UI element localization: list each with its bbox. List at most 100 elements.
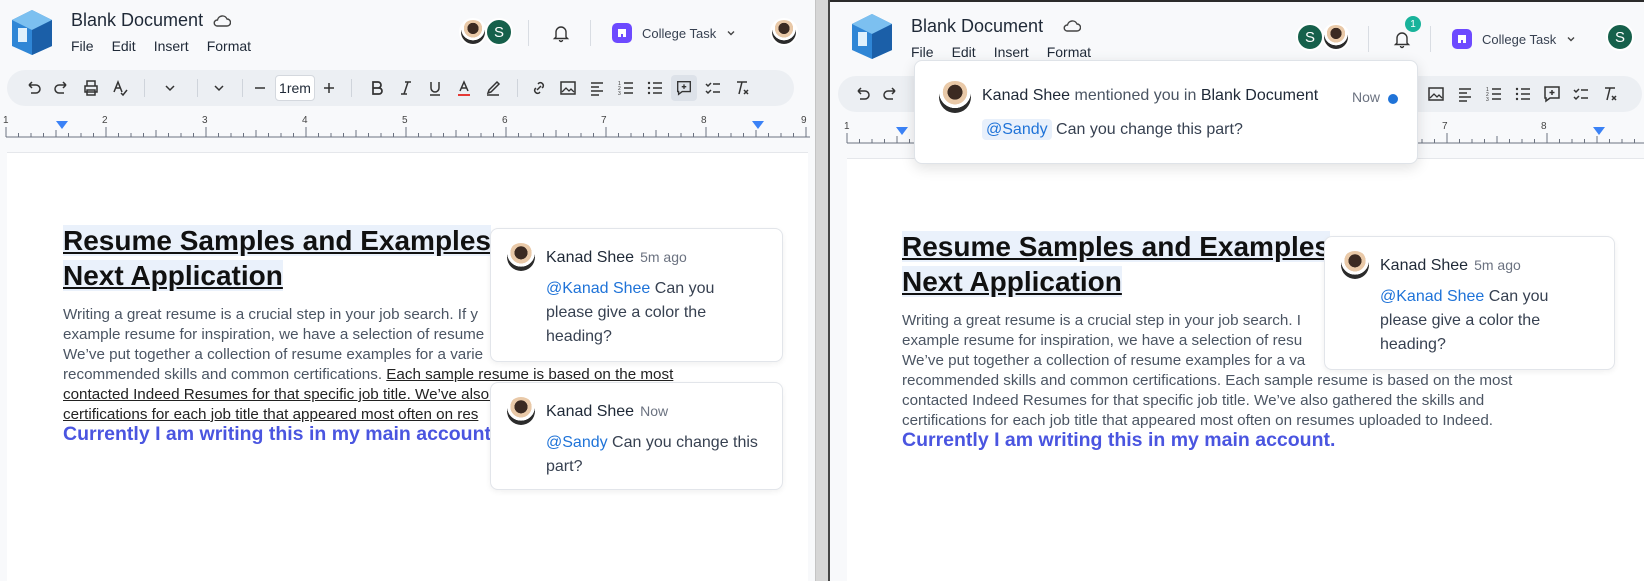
comment-body: @Kanad Shee Can you please give a color … bbox=[546, 277, 776, 349]
comment-card[interactable]: Kanad Shee 5m ago @Kanad Shee Can you ple… bbox=[490, 228, 783, 362]
document-heading[interactable]: Resume Samples and Examples Next Applica… bbox=[902, 229, 1330, 299]
menu-insert[interactable]: Insert bbox=[994, 44, 1029, 60]
comment-author-avatar bbox=[507, 243, 535, 271]
image-icon[interactable] bbox=[1426, 84, 1446, 104]
ruler-number: 5 bbox=[402, 115, 408, 126]
redo-icon[interactable] bbox=[52, 78, 72, 98]
image-icon[interactable] bbox=[558, 78, 578, 98]
menu-edit[interactable]: Edit bbox=[112, 38, 136, 54]
menu-file[interactable]: File bbox=[911, 44, 934, 60]
font-size-input[interactable]: 1rem bbox=[275, 75, 315, 101]
comment-text: part? bbox=[546, 458, 583, 475]
document-title[interactable]: Blank Document bbox=[911, 16, 1043, 37]
spellcheck-icon[interactable] bbox=[110, 78, 130, 98]
align-left-icon[interactable] bbox=[1455, 84, 1475, 104]
document-heading[interactable]: Resume Samples and Examples Next Applica… bbox=[63, 223, 491, 293]
workspace-icon bbox=[612, 23, 632, 43]
underline-icon[interactable] bbox=[425, 78, 445, 98]
numbered-list-icon[interactable]: 123 bbox=[1484, 84, 1504, 104]
workspace-switcher[interactable]: College Task bbox=[1452, 29, 1576, 49]
align-left-icon[interactable] bbox=[587, 78, 607, 98]
menu-file[interactable]: File bbox=[71, 38, 94, 54]
mention-chip[interactable]: @Sandy bbox=[982, 119, 1052, 140]
window-splitter[interactable] bbox=[815, 0, 830, 581]
highlight-icon[interactable] bbox=[483, 78, 503, 98]
comment-card[interactable]: Kanad Shee 5m ago @Kanad Shee Can you ple… bbox=[1324, 236, 1615, 370]
mention-link[interactable]: @Kanad Shee bbox=[546, 280, 650, 297]
ruler: 1 2 3 4 5 6 7 8 9 bbox=[3, 115, 810, 138]
divider bbox=[517, 79, 518, 97]
numbered-list-icon[interactable]: 123 bbox=[616, 78, 636, 98]
menu-edit[interactable]: Edit bbox=[952, 44, 976, 60]
font-dropdown-chevron-icon[interactable] bbox=[209, 78, 229, 98]
undo-icon[interactable] bbox=[23, 78, 43, 98]
collaborator-avatar[interactable] bbox=[1322, 23, 1350, 51]
blue-text-line[interactable]: Currently I am writing this in my main a… bbox=[63, 423, 491, 446]
ruler-number: 3 bbox=[202, 115, 208, 126]
ruler-number: 9 bbox=[801, 115, 807, 126]
menu-insert[interactable]: Insert bbox=[154, 38, 189, 54]
comment-card[interactable]: Kanad Shee Now @Sandy Can you change this… bbox=[490, 382, 783, 490]
notification-author: Kanad Shee bbox=[982, 87, 1071, 104]
comment-text: Can you bbox=[650, 280, 715, 297]
mention-link[interactable]: @Sandy bbox=[546, 434, 608, 451]
document-page[interactable]: Resume Samples and Examples Next Applica… bbox=[7, 152, 808, 581]
user-avatar[interactable]: S bbox=[1606, 23, 1634, 51]
comment-text: heading? bbox=[546, 328, 612, 345]
clear-formatting-icon[interactable] bbox=[732, 78, 752, 98]
print-icon[interactable] bbox=[81, 78, 101, 98]
heading-line-2: Next Application bbox=[63, 260, 283, 291]
workspace-switcher[interactable]: College Task bbox=[612, 23, 736, 43]
link-icon[interactable] bbox=[529, 78, 549, 98]
mention-link[interactable]: @Kanad Shee bbox=[1380, 288, 1484, 305]
ruler-number: 6 bbox=[502, 115, 508, 126]
notification-text: Can you change this part? bbox=[1051, 121, 1243, 138]
notification-popover[interactable]: Kanad Shee mentioned you in Blank Docume… bbox=[914, 60, 1418, 164]
notification-bell-icon[interactable] bbox=[551, 23, 571, 43]
right-indent-marker[interactable] bbox=[1593, 127, 1605, 135]
checklist-icon[interactable] bbox=[703, 78, 723, 98]
menu-format[interactable]: Format bbox=[1047, 44, 1091, 60]
redo-icon[interactable] bbox=[881, 84, 901, 104]
left-indent-marker[interactable] bbox=[56, 121, 68, 129]
undo-icon[interactable] bbox=[852, 84, 872, 104]
divider bbox=[197, 79, 198, 97]
document-title[interactable]: Blank Document bbox=[71, 10, 203, 31]
user-avatar[interactable] bbox=[770, 18, 798, 46]
clear-formatting-icon[interactable] bbox=[1600, 84, 1620, 104]
menu-format[interactable]: Format bbox=[207, 38, 251, 54]
comment-text: heading? bbox=[1380, 336, 1446, 353]
app-logo-icon bbox=[852, 14, 892, 59]
formatting-toolbar: 1rem 123 bbox=[7, 70, 794, 106]
left-indent-marker[interactable] bbox=[896, 127, 908, 135]
bullet-list-icon[interactable] bbox=[645, 78, 665, 98]
collaborator-avatar-initial[interactable]: S bbox=[1296, 23, 1324, 51]
comment-author-avatar bbox=[1341, 251, 1369, 279]
workspace-name: College Task bbox=[642, 25, 717, 41]
decrease-font-size-icon[interactable] bbox=[250, 78, 270, 98]
menu-bar: File Edit Insert Format bbox=[911, 44, 1091, 60]
right-indent-marker[interactable] bbox=[752, 121, 764, 129]
svg-text:3: 3 bbox=[618, 91, 621, 97]
increase-font-size-icon[interactable] bbox=[319, 78, 339, 98]
ruler-number: 2 bbox=[102, 115, 108, 126]
menu-bar: File Edit Insert Format bbox=[71, 38, 251, 54]
add-comment-button[interactable] bbox=[671, 75, 697, 101]
style-dropdown-chevron-icon[interactable] bbox=[160, 78, 180, 98]
notification-document[interactable]: Blank Document bbox=[1201, 87, 1318, 104]
unread-dot bbox=[1388, 94, 1398, 104]
italic-icon[interactable] bbox=[396, 78, 416, 98]
notification-bell-icon[interactable] bbox=[1392, 29, 1412, 49]
checklist-icon[interactable] bbox=[1571, 84, 1591, 104]
collaborator-avatar-initial[interactable]: S bbox=[485, 18, 513, 46]
text-color-icon[interactable] bbox=[454, 78, 474, 98]
bullet-list-icon[interactable] bbox=[1513, 84, 1533, 104]
collaborator-avatar[interactable] bbox=[459, 18, 487, 46]
chevron-down-icon bbox=[1567, 37, 1575, 42]
comment-plus-icon[interactable] bbox=[1542, 84, 1562, 104]
blue-text-line[interactable]: Currently I am writing this in my main a… bbox=[902, 429, 1335, 452]
commented-text[interactable]: Each sample resume is based on the most bbox=[386, 366, 673, 383]
ruler-number: 1 bbox=[844, 121, 850, 132]
bold-icon[interactable] bbox=[367, 78, 387, 98]
left-window: Blank Document File Edit Insert Format S… bbox=[0, 0, 815, 581]
